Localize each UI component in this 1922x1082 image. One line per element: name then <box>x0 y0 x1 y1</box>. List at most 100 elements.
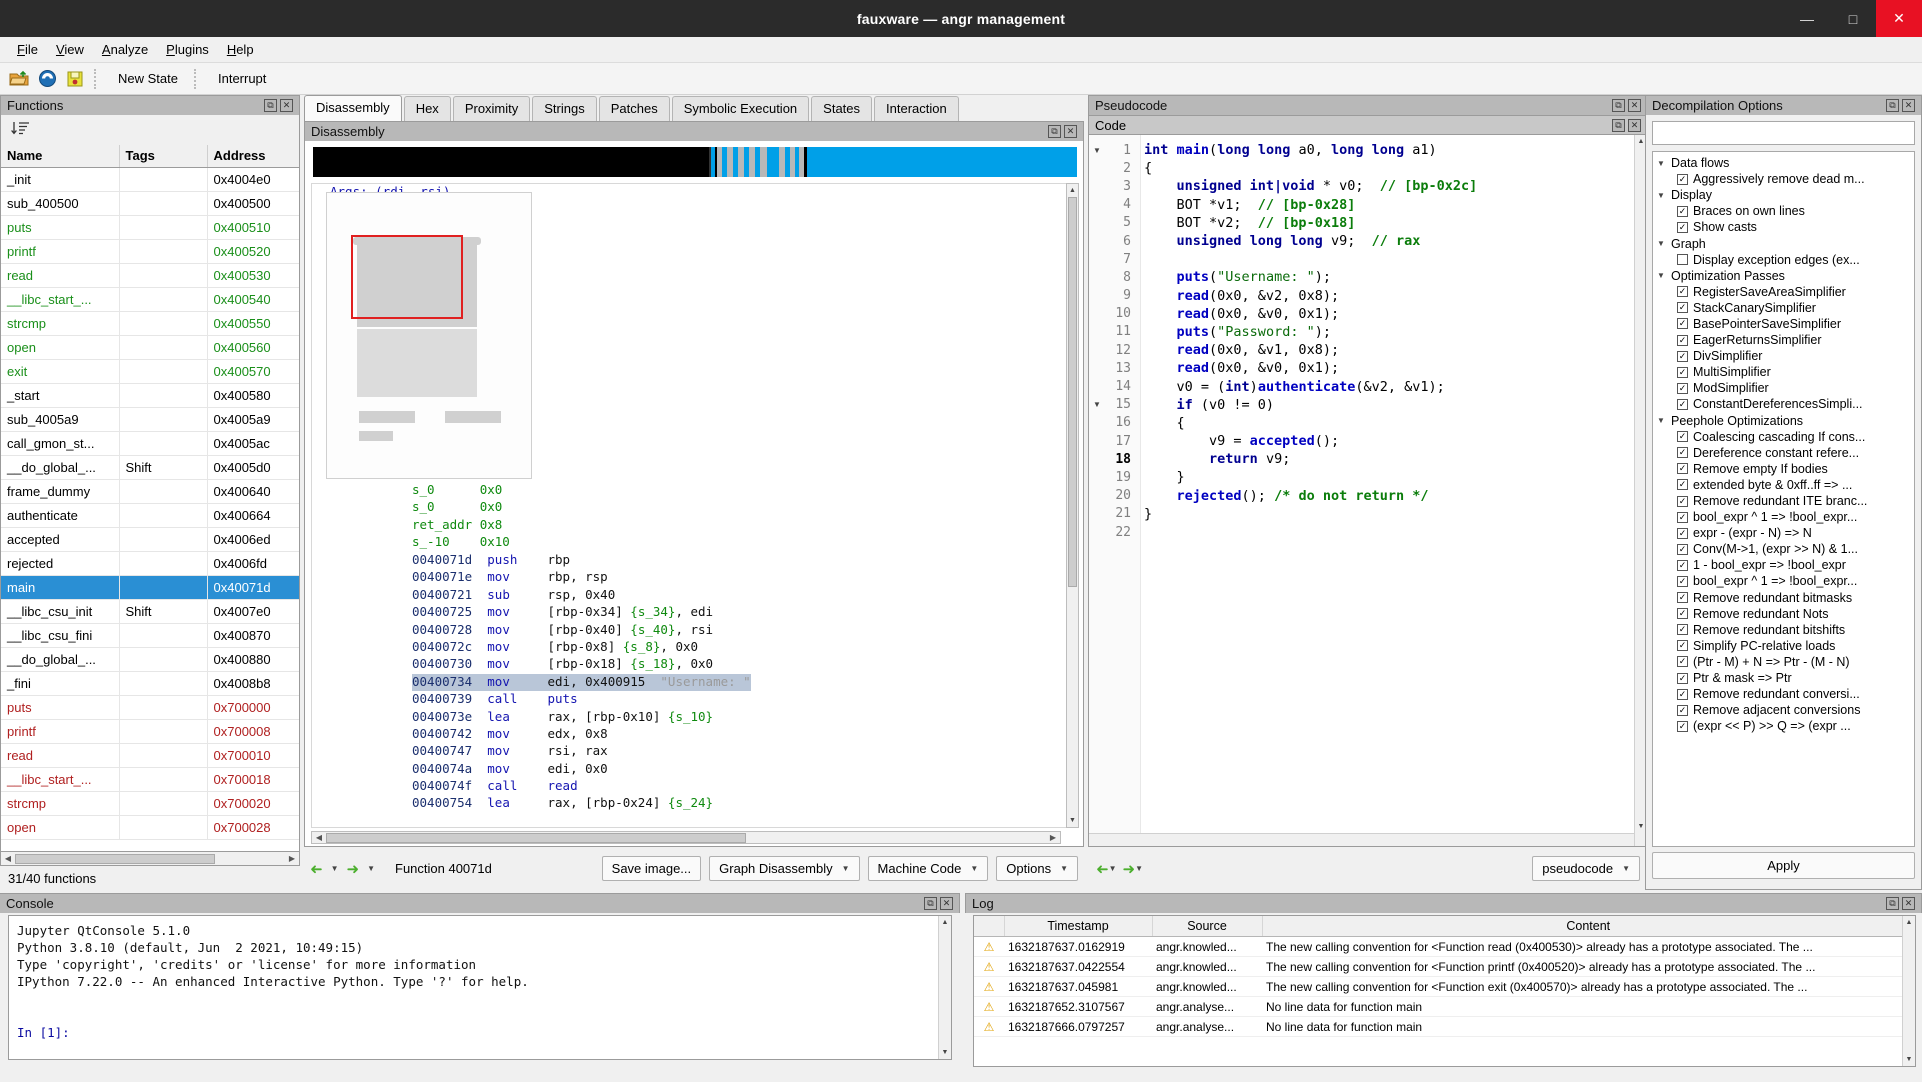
apply-button[interactable]: Apply <box>1652 851 1915 879</box>
option-item[interactable]: ✓ Conv(M->1, (expr >> N) & 1... <box>1653 541 1914 557</box>
close-icon[interactable]: ✕ <box>1902 99 1915 112</box>
log-row[interactable]: ⚠ 1632187652.3107567 angr.analyse... No lin… <box>974 996 1915 1017</box>
table-row[interactable]: authenticate 0x400664 <box>1 503 299 528</box>
decompilation-options-list[interactable]: ▼ Data flows ✓ Aggressively remove dead m..… <box>1652 151 1915 847</box>
table-row[interactable]: rejected 0x4006fd <box>1 551 299 576</box>
pseudocode-line[interactable]: ▼ 1 int main(long long a0, long long a1) <box>1089 141 1634 159</box>
option-item[interactable]: ✓ Ptr & mask => Ptr <box>1653 670 1914 686</box>
checkbox-icon[interactable]: ✓ <box>1677 704 1688 716</box>
back-icon[interactable]: ➜ <box>310 860 323 878</box>
checkbox-icon[interactable]: ✓ <box>1677 672 1688 684</box>
checkbox-icon[interactable]: ✓ <box>1677 173 1688 185</box>
checkbox-icon[interactable]: ✓ <box>1677 221 1688 233</box>
instruction-row[interactable]: 00400739 call puts <box>412 691 751 708</box>
table-row[interactable]: main 0x40071d <box>1 575 299 600</box>
pseudocode-line[interactable]: 4 BOT *v1; // [bp-0x28] <box>1089 196 1634 214</box>
option-group-optimization-passes[interactable]: ▼ Optimization Passes <box>1653 268 1914 284</box>
option-item[interactable]: ✓ Remove redundant bitmasks <box>1653 590 1914 606</box>
scroll-right-icon[interactable]: ▶ <box>1046 832 1060 844</box>
pseudocode-line[interactable]: 2{ <box>1089 159 1634 177</box>
instruction-row[interactable]: 00400721 sub rsp, 0x40 <box>412 587 751 604</box>
decompilation-search-input[interactable] <box>1652 121 1915 145</box>
checkbox-icon[interactable]: ✓ <box>1677 624 1688 636</box>
chevron-down-icon[interactable]: ▼ <box>1657 416 1671 425</box>
table-row[interactable]: __do_global_... Shift 0x4005d0 <box>1 455 299 480</box>
checkbox-icon[interactable]: ✓ <box>1677 575 1688 587</box>
checkbox-icon[interactable]: ✓ <box>1677 366 1688 378</box>
tab-strings[interactable]: Strings <box>532 96 597 121</box>
menu-plugins[interactable]: Plugins <box>157 39 218 60</box>
checkbox-icon[interactable]: ✓ <box>1677 431 1688 443</box>
feature-map[interactable] <box>313 147 1077 177</box>
checkbox-icon[interactable]: ✓ <box>1677 447 1688 459</box>
pseudocode-view-combo[interactable]: pseudocode ▼ <box>1532 856 1640 881</box>
back-icon[interactable]: ➜ <box>1096 860 1109 878</box>
console-vscrollbar[interactable]: ▲ ▼ <box>938 916 951 1059</box>
forward-dropdown-icon[interactable]: ▼ <box>367 864 375 873</box>
float-icon[interactable]: ⧉ <box>1886 99 1899 112</box>
pseudocode-line[interactable]: 13 read(0x0, &v0, 0x1); <box>1089 359 1634 377</box>
float-icon[interactable]: ⧉ <box>264 99 277 112</box>
table-row[interactable]: puts 0x700000 <box>1 695 299 720</box>
chevron-down-icon[interactable]: ▼ <box>1657 159 1671 168</box>
scroll-left-icon[interactable]: ◀ <box>312 832 326 844</box>
instruction-row[interactable]: 00400730 mov [rbp-0x18] {s_18}, 0x0 <box>412 656 751 673</box>
log-column-timestamp[interactable]: Timestamp <box>1004 916 1153 937</box>
checkbox-icon[interactable]: ✓ <box>1677 688 1688 700</box>
close-icon[interactable]: ✕ <box>1902 897 1915 910</box>
option-item[interactable]: ✓ ConstantDereferencesSimpli... <box>1653 396 1914 412</box>
option-item[interactable]: ✓ extended byte & 0xff..ff => ... <box>1653 477 1914 493</box>
checkbox-icon[interactable]: ✓ <box>1677 720 1688 732</box>
instruction-row[interactable]: 0040071d push rbp <box>412 552 751 569</box>
log-row[interactable]: ⚠ 1632187666.0797257 angr.analyse... No lin… <box>974 1016 1915 1037</box>
option-item[interactable]: ✓ Remove redundant Nots <box>1653 606 1914 622</box>
pseudocode-line[interactable]: 14 v0 = (int)authenticate(&v2, &v1); <box>1089 377 1634 395</box>
view-mode-combo[interactable]: Graph Disassembly ▼ <box>709 856 860 881</box>
scroll-left-icon[interactable]: ◀ <box>1 853 15 865</box>
table-row[interactable]: printf 0x700008 <box>1 719 299 744</box>
interrupt-button[interactable]: Interrupt <box>208 68 276 89</box>
pseudocode-line[interactable]: ▼ 15 if (v0 != 0) <box>1089 396 1634 414</box>
checkbox-icon[interactable]: ✓ <box>1677 463 1688 475</box>
save-image-button[interactable]: Save image... <box>601 856 702 881</box>
analyze-icon[interactable] <box>34 67 60 91</box>
float-icon[interactable]: ⧉ <box>924 897 937 910</box>
pseudocode-line[interactable]: 6 unsigned long long v9; // rax <box>1089 232 1634 250</box>
table-row[interactable]: sub_400500 0x400500 <box>1 191 299 216</box>
option-item[interactable]: ✓ 1 - bool_expr => !bool_expr <box>1653 557 1914 573</box>
log-vscrollbar[interactable]: ▲ ▼ <box>1902 916 1915 1066</box>
disassembly-vscrollbar[interactable]: ▲ ▼ <box>1066 183 1079 828</box>
pseudocode-line[interactable]: 21} <box>1089 505 1634 523</box>
option-item[interactable]: ✓ StackCanarySimplifier <box>1653 300 1914 316</box>
menu-analyze[interactable]: Analyze <box>93 39 157 60</box>
option-item[interactable]: ✓ Show casts <box>1653 219 1914 235</box>
float-icon[interactable]: ⧉ <box>1886 897 1899 910</box>
pseudocode-line[interactable]: 17 v9 = accepted(); <box>1089 432 1634 450</box>
pseudocode-line[interactable]: 19 } <box>1089 468 1634 486</box>
close-icon[interactable]: ✕ <box>1628 99 1641 112</box>
table-row[interactable]: strcmp 0x400550 <box>1 311 299 336</box>
checkbox-icon[interactable]: ✓ <box>1677 592 1688 604</box>
instruction-row[interactable]: 00400747 mov rsi, rax <box>412 743 751 760</box>
save-icon[interactable] <box>62 67 88 91</box>
table-row[interactable]: printf 0x400520 <box>1 239 299 264</box>
tab-states[interactable]: States <box>811 96 873 121</box>
instruction-row[interactable]: 0040074a mov edi, 0x0 <box>412 761 751 778</box>
pseudocode-line[interactable]: 20 rejected(); /* do not return */ <box>1089 487 1634 505</box>
disassembly-body[interactable]: Args: (rdi, rsi) s_40 0x40 s_0 0x0s_0 0x… <box>304 141 1084 847</box>
tab-interaction[interactable]: Interaction <box>874 96 959 121</box>
column-header-name[interactable]: Name <box>1 145 120 168</box>
menu-help[interactable]: Help <box>218 39 263 60</box>
log-column-source[interactable]: Source <box>1152 916 1263 937</box>
chevron-down-icon[interactable]: ▼ <box>1657 239 1671 248</box>
option-group-peephole-optimizations[interactable]: ▼ Peephole Optimizations <box>1653 413 1914 429</box>
option-item[interactable]: Display exception edges (ex... <box>1653 252 1914 268</box>
pseudocode-hscrollbar[interactable] <box>1089 833 1634 846</box>
table-row[interactable]: puts 0x400510 <box>1 215 299 240</box>
pseudocode-body[interactable]: ▼ 1 int main(long long a0, long long a1) 2{… <box>1088 135 1648 847</box>
minimap-viewport[interactable] <box>351 235 463 319</box>
option-item[interactable]: ✓ expr - (expr - N) => N <box>1653 525 1914 541</box>
checkbox-icon[interactable]: ✓ <box>1677 205 1688 217</box>
tab-proximity[interactable]: Proximity <box>452 96 531 121</box>
pseudocode-line[interactable]: 11 puts("Password: "); <box>1089 323 1634 341</box>
